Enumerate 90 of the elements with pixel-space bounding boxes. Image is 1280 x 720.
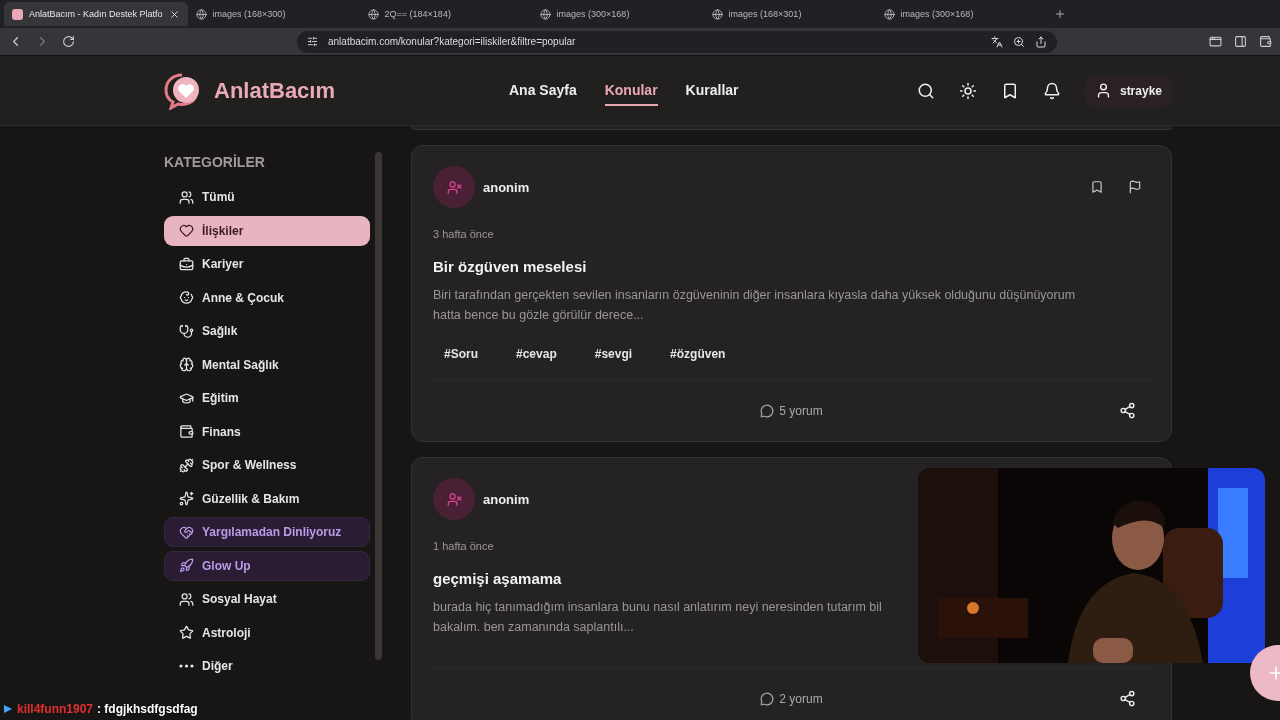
category-item[interactable]: Astroloji <box>164 617 370 648</box>
translate-icon <box>991 35 1003 48</box>
browser-tab[interactable]: images (300×168) <box>531 2 704 26</box>
category-item[interactable]: Yargılamadan Dinliyoruz <box>164 517 370 547</box>
nav-link[interactable]: Konular <box>604 75 658 106</box>
category-item[interactable]: İlişkiler <box>164 215 370 246</box>
tag[interactable]: #sevgi <box>583 341 644 367</box>
category-item[interactable]: Güzellik & Bakım <box>164 483 370 514</box>
nav-link[interactable]: Kurallar <box>685 75 739 106</box>
chat-username: kill4funn1907 <box>17 702 94 716</box>
new-tab-icon <box>1053 8 1066 20</box>
sidebar-title: KATEGORİLER <box>164 154 266 170</box>
user-button[interactable]: strayke <box>1084 74 1172 107</box>
category-icon <box>179 457 194 473</box>
bell-icon[interactable] <box>1042 81 1061 100</box>
category-item[interactable]: Spor & Wellness <box>164 450 370 480</box>
category-icon <box>179 524 194 540</box>
wallet-icon <box>1259 35 1272 48</box>
comments-link[interactable]: 5 yorum <box>760 403 823 418</box>
share-button[interactable] <box>1119 402 1136 419</box>
browser-tab[interactable]: images (300×168) <box>875 2 1048 26</box>
chat-badge-icon <box>3 704 13 714</box>
category-icon <box>179 491 194 506</box>
category-item[interactable]: Finans <box>164 416 370 447</box>
category-icon <box>179 424 194 439</box>
globe-icon <box>883 8 895 20</box>
close-icon <box>168 8 180 20</box>
zoom-icon <box>1013 35 1025 48</box>
category-item[interactable]: Diğer <box>164 651 370 681</box>
site-settings-icon <box>307 36 318 47</box>
category-icon <box>179 357 194 372</box>
flag-icon[interactable] <box>1128 180 1142 194</box>
search-icon[interactable] <box>916 81 935 100</box>
browser-tab[interactable]: images (168×301) <box>703 2 876 26</box>
post-title[interactable]: Bir özgüven meselesi <box>433 258 587 275</box>
tag[interactable]: #cevap <box>505 341 568 367</box>
category-icon <box>179 558 194 573</box>
address-field[interactable]: anlatbacim.com/konular?kategori=iliskiler&filtre=popular <box>297 30 1057 53</box>
site-favicon-icon <box>12 8 23 20</box>
globe-icon <box>195 8 207 20</box>
category-icon <box>179 290 194 305</box>
chat-message: : fdgjkhsdfgsdfag <box>97 702 198 716</box>
tag[interactable]: #özgüven <box>659 341 737 367</box>
category-item[interactable]: Anne & Çocuk <box>164 282 370 313</box>
category-item[interactable]: Glow Up <box>164 550 370 581</box>
comment-icon <box>760 403 775 418</box>
category-icon <box>179 256 194 272</box>
category-item[interactable]: Sağlık <box>164 316 370 346</box>
post-excerpt: Biri tarafından gerçekten sevilen insanların özgüveninin diğer insanlara kıyasla daha yüksek olduğunu düşünüyorum hatta bence bu gözle görülür derece... <box>433 287 1077 324</box>
post-time: 3 hafta önce <box>433 228 495 240</box>
category-icon <box>179 223 194 238</box>
share-icon <box>1119 690 1136 707</box>
author-name: anonim <box>483 491 531 507</box>
nav-link[interactable]: Ana Sayfa <box>509 75 577 106</box>
scrollbar[interactable] <box>375 152 382 660</box>
user-x-icon <box>446 491 462 507</box>
post-title[interactable]: geçmişi aşamama <box>433 570 562 587</box>
comment-icon <box>760 691 775 706</box>
window-icon <box>1209 35 1222 48</box>
author-name: anonim <box>483 179 531 195</box>
category-item[interactable]: Eğitim <box>164 383 370 413</box>
sun-icon[interactable] <box>958 81 977 100</box>
globe-icon <box>711 8 723 20</box>
share-icon <box>1035 35 1047 48</box>
category-icon <box>179 189 194 205</box>
category-icon <box>179 625 194 640</box>
user-x-icon <box>446 179 462 195</box>
reload-icon <box>62 35 75 48</box>
category-icon <box>179 591 194 607</box>
tag[interactable]: #Soru <box>433 341 489 367</box>
logo-text[interactable]: AnlatBacım <box>214 77 336 104</box>
post-time: 1 hafta önce <box>433 540 495 552</box>
category-icon <box>179 390 194 406</box>
globe-icon <box>539 8 551 20</box>
category-item[interactable]: Tümü <box>164 182 370 212</box>
share-icon <box>1119 402 1136 419</box>
browser-tab[interactable]: AnlatBacım - Kadın Destek Platfo <box>4 2 188 26</box>
post-excerpt: burada hiç tanımadığım insanlara bunu nasıl anlatırım neyi neresinden tutarım bil bakalım. ben zamanında saplantılı... <box>433 599 883 636</box>
globe-icon <box>367 8 379 20</box>
comments-link[interactable]: 2 yorum <box>760 691 823 706</box>
category-item[interactable]: Kariyer <box>164 249 370 279</box>
more-icon <box>179 664 194 668</box>
bookmark-icon[interactable] <box>1090 180 1104 194</box>
category-item[interactable]: Mental Sağlık <box>164 349 370 380</box>
browser-tab[interactable]: images (168×300) <box>187 2 360 26</box>
category-icon <box>179 323 194 339</box>
sidebar-icon <box>1234 35 1247 48</box>
category-item[interactable]: Sosyal Hayat <box>164 584 370 614</box>
share-button[interactable] <box>1119 690 1136 707</box>
browser-tab[interactable]: 2Q== (184×184) <box>359 2 532 26</box>
